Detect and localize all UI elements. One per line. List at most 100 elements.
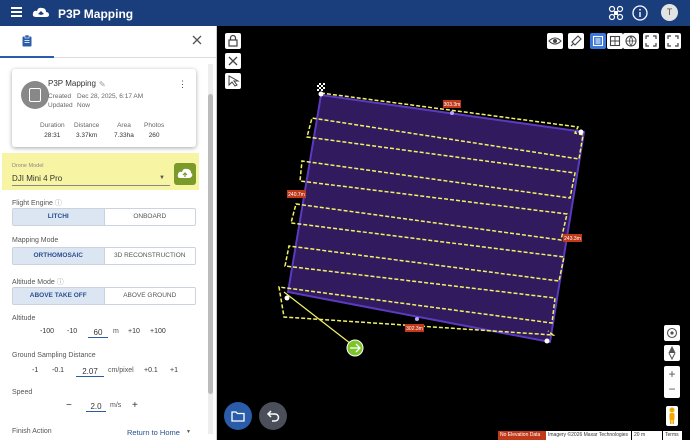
- flight-engine-option-onboard[interactable]: ONBOARD: [103, 209, 196, 225]
- altitude-mode-option-ground[interactable]: ABOVE GROUND: [103, 288, 196, 304]
- cloud-upload-icon[interactable]: [174, 163, 196, 185]
- transform-tool-button[interactable]: [225, 73, 241, 89]
- altitude-input[interactable]: 60: [88, 328, 108, 338]
- project-card: P3P Mapping ✎ ⋮ Created Dec 28, 2025, 6:1…: [12, 69, 196, 147]
- speed-input[interactable]: 2.0: [86, 402, 106, 412]
- edit-path-button[interactable]: [568, 33, 584, 49]
- info-circle-icon[interactable]: ⓘ: [57, 279, 64, 286]
- flight-engine-option-litchi[interactable]: LITCHI: [13, 209, 104, 225]
- altitude-minus-10[interactable]: -10: [67, 328, 77, 335]
- stat-distance: Distance 3.37km: [74, 122, 99, 139]
- drone-icon[interactable]: [608, 5, 624, 21]
- gsd-plus-1[interactable]: +1: [170, 367, 178, 374]
- my-location-button[interactable]: [664, 325, 680, 341]
- map-view[interactable]: 303.3m 240.7m 243.3m 302.3m + −: [217, 26, 690, 440]
- mission-map-canvas[interactable]: 303.3m 240.7m 243.3m 302.3m: [217, 26, 690, 440]
- chevron-down-icon[interactable]: ▼: [186, 429, 191, 435]
- speed-minus-button[interactable]: −: [66, 400, 72, 411]
- zoom-control: + −: [664, 366, 680, 398]
- drone-model-value[interactable]: DJI Mini 4 Pro: [12, 174, 62, 183]
- speed-label: Speed: [12, 389, 33, 396]
- lock-map-button[interactable]: [225, 33, 241, 49]
- more-options-icon: [667, 35, 679, 47]
- gsd-minus-0-1[interactable]: -0.1: [52, 367, 64, 374]
- project-thumbnail-icon: [21, 81, 49, 109]
- altitude-stepper: -100 -10 60 m +10 +100: [0, 328, 210, 342]
- edit-path-icon: [570, 35, 582, 47]
- altitude-plus-100[interactable]: +100: [150, 328, 166, 335]
- home-point-icon[interactable]: [346, 339, 364, 357]
- altitude-unit: m: [113, 328, 119, 335]
- speed-unit: m/s: [110, 402, 122, 409]
- dimension-label-top: 303.3m: [444, 102, 461, 108]
- drone-model-label: Drone Model: [12, 163, 44, 169]
- stat-value: 260: [148, 132, 160, 139]
- panel-tabs: [0, 26, 216, 58]
- stat-label: Area: [117, 122, 131, 129]
- altitude-minus-100[interactable]: -100: [40, 328, 54, 335]
- zoom-out-icon[interactable]: −: [664, 382, 680, 398]
- mission-settings-panel: P3P Mapping ✎ ⋮ Created Dec 28, 2025, 6:1…: [0, 26, 217, 440]
- finish-action-label: Finish Action: [12, 428, 52, 435]
- fullscreen-icon: [645, 35, 657, 47]
- flight-engine-toggle: LITCHI ONBOARD: [12, 208, 196, 226]
- chevron-down-icon[interactable]: ▼: [159, 175, 165, 181]
- more-options-icon[interactable]: ⋮: [178, 79, 187, 90]
- dimension-label-left: 240.7m: [288, 192, 305, 198]
- imagery-attribution: Imagery ©2026 Maxar Technologies: [546, 431, 631, 440]
- scrollbar-thumb[interactable]: [208, 94, 213, 394]
- elevation-warning: No Elevation Data: [498, 431, 546, 440]
- gsd-stepper: -1 -0.1 2.07 cm/pixel +0.1 +1: [0, 367, 210, 381]
- mapping-mode-toggle: ORTHOMOSAIC 3D RECONSTRUCTION: [12, 247, 196, 265]
- mapping-mode-option-3d[interactable]: 3D RECONSTRUCTION: [103, 248, 196, 264]
- toggle-visibility-button[interactable]: [547, 33, 563, 49]
- grid-pattern-button[interactable]: [590, 33, 606, 49]
- zoom-in-icon[interactable]: +: [664, 366, 680, 382]
- eye-icon: [548, 37, 562, 45]
- close-panel-icon[interactable]: [190, 33, 204, 47]
- app-root: P3P Mapping T P3P Mapping ✎ ⋮ Created De…: [0, 0, 690, 440]
- stat-label: Photos: [144, 122, 165, 129]
- tab-mission[interactable]: [0, 26, 54, 58]
- terms-link[interactable]: Terms: [663, 431, 682, 440]
- street-view-pegman-icon[interactable]: [666, 406, 678, 426]
- finish-action-select[interactable]: Return to Home: [127, 428, 180, 437]
- clear-mission-button[interactable]: [225, 53, 241, 69]
- gsd-input[interactable]: 2.07: [76, 367, 104, 377]
- scale-bar: 20 m: [632, 431, 662, 440]
- compass-icon: [668, 345, 676, 361]
- info-icon[interactable]: [632, 5, 648, 21]
- stat-value: 28:31: [44, 132, 61, 139]
- survey-area-polygon[interactable]: [286, 93, 586, 344]
- info-circle-icon[interactable]: ⓘ: [55, 200, 62, 207]
- menu-icon[interactable]: [11, 7, 22, 18]
- mapping-mode-option-ortho[interactable]: ORTHOMOSAIC: [13, 248, 104, 264]
- stat-label: Distance: [74, 122, 100, 129]
- globe-button[interactable]: [623, 33, 639, 49]
- double-grid-icon: [609, 35, 621, 47]
- more-map-options-button[interactable]: [665, 33, 681, 49]
- altitude-plus-10[interactable]: +10: [128, 328, 140, 335]
- gsd-minus-1[interactable]: -1: [32, 367, 38, 374]
- move-cursor-icon: [228, 75, 240, 87]
- drone-model-field[interactable]: Drone Model DJI Mini 4 Pro ▼: [2, 153, 199, 190]
- panel-scrollbar[interactable]: [208, 64, 213, 434]
- flight-engine-label: Flight Engine ⓘ: [12, 198, 62, 208]
- speed-stepper: − 2.0 m/s +: [0, 400, 210, 416]
- altitude-mode-label: Altitude Mode ⓘ: [12, 277, 64, 287]
- compass-button[interactable]: [664, 345, 680, 361]
- undo-button[interactable]: [259, 402, 287, 430]
- double-grid-button[interactable]: [607, 33, 623, 49]
- altitude-label: Altitude: [12, 315, 36, 322]
- user-avatar[interactable]: T: [661, 4, 678, 21]
- altitude-mode-option-takeoff[interactable]: ABOVE TAKE OFF: [13, 288, 104, 304]
- speed-plus-button[interactable]: +: [132, 400, 138, 411]
- edit-name-icon[interactable]: ✎: [99, 80, 106, 89]
- gsd-plus-0-1[interactable]: +0.1: [144, 367, 158, 374]
- created-label: Created: [48, 93, 72, 100]
- open-missions-button[interactable]: [224, 402, 252, 430]
- lock-icon: [228, 34, 238, 47]
- fullscreen-button[interactable]: [643, 33, 659, 49]
- checkered-start-icon: [317, 83, 325, 91]
- stat-area: Area 7.33ha: [114, 122, 134, 139]
